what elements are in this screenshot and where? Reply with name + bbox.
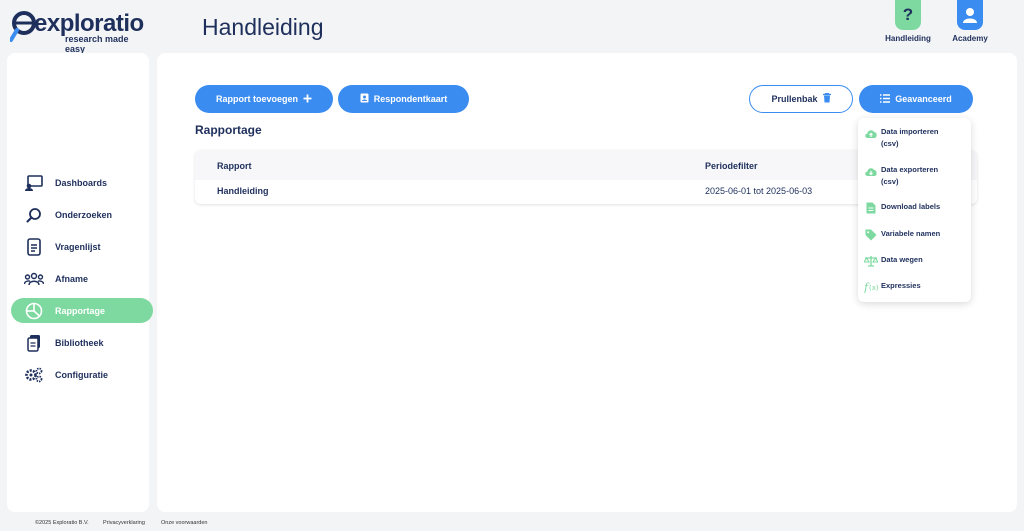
respondent-card-button[interactable]: Respondentkaart	[338, 85, 469, 113]
menu-item-data-importeren[interactable]: Data importeren (csv)	[864, 126, 968, 150]
svg-text:(x): (x)	[869, 284, 878, 292]
contact-card-icon	[360, 93, 369, 105]
header-help-label: Handleiding	[885, 34, 931, 43]
menu-item-label: Data wegen	[881, 255, 923, 264]
file-icon	[864, 201, 878, 215]
advanced-button[interactable]: Geavanceerd	[859, 85, 973, 113]
sidebar-item-label: Dashboards	[55, 177, 108, 188]
footer-copyright: ©2025 Exploratio B.V.	[35, 520, 89, 526]
pie-chart-icon	[24, 301, 44, 321]
menu-item-label: Expressies	[881, 281, 921, 290]
menu-item-sublabel: (csv)	[881, 177, 899, 186]
cell-rapport[interactable]: Handleiding	[217, 186, 269, 196]
sidebar-item-rapportage[interactable]: Rapportage	[11, 298, 153, 323]
sidebar-item-bibliotheek[interactable]: Bibliotheek	[11, 330, 153, 355]
header-academy-button[interactable]: Academy	[940, 0, 1000, 43]
sidebar-item-configuratie[interactable]: Configuratie	[11, 362, 153, 387]
cloud-download-icon	[864, 164, 878, 178]
footer-privacy-link[interactable]: Privacyverklaring	[103, 520, 145, 526]
trash-label: Prullenbak	[771, 94, 818, 104]
section-title: Rapportage	[195, 123, 262, 137]
list-icon	[880, 93, 891, 105]
menu-item-download-labels[interactable]: Download labels	[864, 201, 968, 215]
menu-item-label: Variabele namen	[881, 229, 941, 238]
trash-icon	[822, 92, 831, 105]
sidebar-item-onderzoeken[interactable]: Onderzoeken	[11, 202, 153, 227]
exploratio-logo[interactable]: exploratio research made easy	[10, 8, 150, 54]
add-report-button[interactable]: Rapport toevoegen	[195, 85, 333, 113]
question-icon: ?	[895, 0, 921, 30]
advanced-label: Geavanceerd	[895, 94, 952, 104]
logo-tagline: research made easy	[65, 34, 129, 54]
document-icon	[24, 237, 44, 257]
sidebar-item-label: Afname	[55, 273, 89, 284]
menu-item-label: Data importeren	[881, 127, 939, 136]
footer-terms-link[interactable]: Onze voorwaarden	[161, 520, 207, 526]
sidebar-item-label: Vragenlijst	[55, 241, 101, 252]
sidebar-item-vragenlijst[interactable]: Vragenlijst	[11, 234, 153, 259]
sidebar-item-dashboards[interactable]: Dashboards	[11, 170, 153, 195]
library-icon	[24, 333, 44, 353]
menu-item-label: Download labels	[881, 202, 941, 211]
scale-icon	[864, 254, 878, 268]
respondent-card-label: Respondentkaart	[373, 94, 448, 104]
search-icon	[24, 205, 44, 225]
sidebar-item-afname[interactable]: Afname	[11, 266, 153, 291]
menu-item-data-exporteren[interactable]: Data exporteren (csv)	[864, 164, 968, 188]
advanced-dropdown-menu: Data importeren (csv) Data exporteren (c…	[858, 118, 971, 302]
cell-periodefilter: 2025-06-01 tot 2025-06-03	[705, 186, 813, 196]
plus-icon	[303, 94, 312, 105]
column-header-periodefilter[interactable]: Periodefilter	[705, 161, 758, 171]
group-icon	[24, 269, 44, 289]
cloud-upload-icon	[864, 126, 878, 140]
dashboard-icon	[24, 173, 44, 193]
sidebar-item-label: Onderzoeken	[55, 209, 113, 220]
gears-icon	[24, 365, 44, 385]
header-academy-label: Academy	[952, 34, 988, 43]
sidebar-item-label: Bibliotheek	[55, 337, 104, 348]
user-icon	[957, 0, 983, 30]
function-icon: f (x)	[864, 280, 878, 294]
sidebar-item-label: Rapportage	[55, 305, 106, 316]
column-header-rapport[interactable]: Rapport	[217, 161, 252, 171]
sidebar-item-label: Configuratie	[55, 369, 108, 380]
menu-item-variabele-namen[interactable]: Variabele namen	[864, 228, 968, 242]
page-title: Handleiding	[202, 14, 324, 40]
menu-item-data-wegen[interactable]: Data wegen	[864, 254, 968, 268]
menu-item-label: Data exporteren	[881, 165, 939, 174]
tag-icon	[864, 228, 878, 242]
header-help-button[interactable]: ? Handleiding	[878, 0, 938, 43]
trash-button[interactable]: Prullenbak	[749, 85, 853, 113]
add-report-label: Rapport toevoegen	[215, 94, 298, 104]
menu-item-expressies[interactable]: f (x) Expressies	[864, 280, 968, 294]
menu-item-sublabel: (csv)	[881, 139, 899, 148]
